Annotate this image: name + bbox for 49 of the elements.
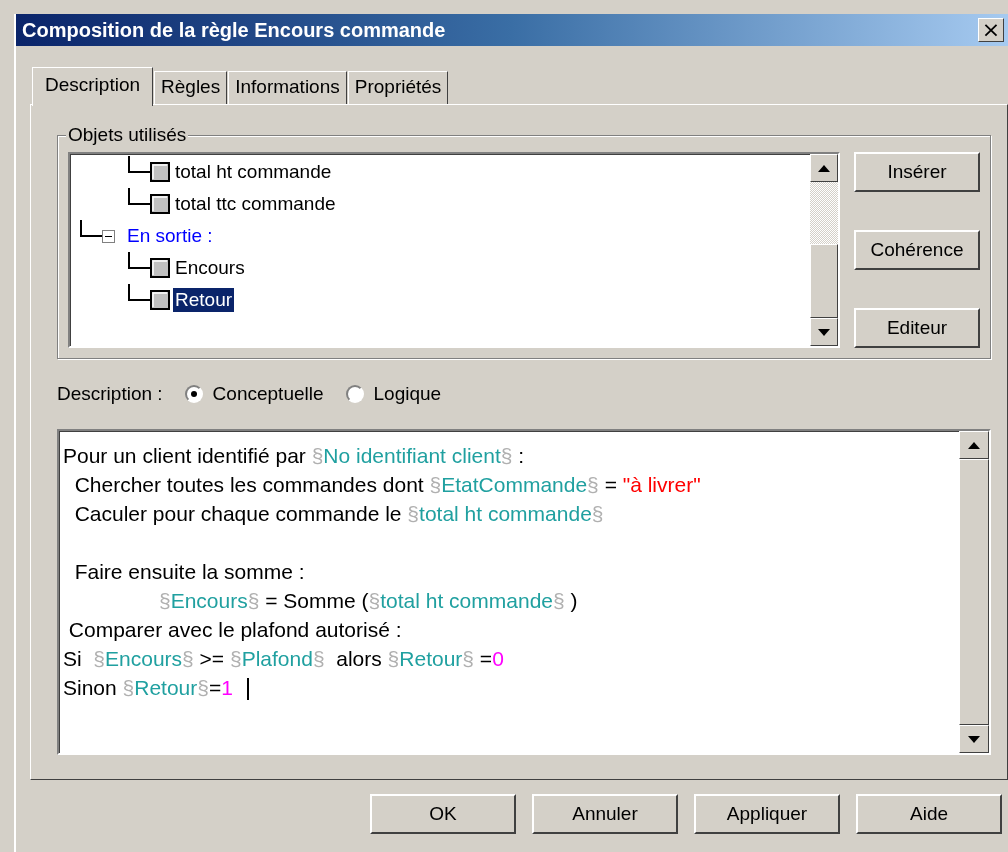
text-editor[interactable]: [57, 429, 991, 755]
close-button[interactable]: ×: [978, 18, 1004, 42]
code-line: Sinon §Retour§=1: [63, 673, 249, 702]
down-arrow-icon: [818, 328, 830, 336]
scroll-down-button[interactable]: [959, 725, 989, 753]
collapse-icon[interactable]: [102, 229, 115, 243]
radio-label[interactable]: Logique: [373, 383, 442, 405]
scrollbar[interactable]: [810, 154, 838, 346]
window-title: Composition de la règle Encours commande: [22, 18, 446, 42]
down-arrow-icon: [968, 735, 980, 743]
object-icon: [150, 162, 170, 182]
field-label: Description :: [57, 383, 163, 405]
tree-item[interactable]: En sortie :: [125, 224, 215, 248]
dialog-button[interactable]: OK: [370, 794, 516, 834]
scroll-up-button[interactable]: [959, 431, 989, 459]
tree-item[interactable]: Encours: [173, 256, 247, 280]
code-line: Si §Encours§ >= §Plafond§ alors §Retour§ =0: [63, 646, 504, 672]
object-icon: [150, 194, 170, 214]
tree-item[interactable]: total ttc commande: [173, 192, 338, 216]
scroll-thumb[interactable]: [959, 459, 989, 725]
radio-button[interactable]: [345, 385, 364, 403]
code-line: Comparer avec le plafond autorisé :: [67, 617, 402, 643]
scroll-down-button[interactable]: [810, 318, 838, 346]
code-line: Chercher toutes les commandes dont §EtatCommande§ = "à livrer": [73, 472, 701, 498]
code-line: Caculer pour chaque commande le §total ht commande§: [73, 501, 604, 527]
side-button[interactable]: Insérer: [854, 152, 980, 192]
object-icon: [150, 290, 170, 310]
scrollbar[interactable]: [959, 431, 989, 753]
tab[interactable]: Description: [32, 67, 154, 106]
code-line: §Encours§ = Somme (§total ht commande§ ): [158, 588, 578, 614]
tree-item[interactable]: total ht commande: [173, 160, 334, 184]
tab[interactable]: Règles: [154, 71, 228, 104]
radio-button[interactable]: [184, 385, 203, 403]
scroll-thumb[interactable]: [810, 244, 838, 318]
up-arrow-icon: [968, 441, 980, 449]
up-arrow-icon: [818, 164, 830, 172]
tab[interactable]: Informations: [228, 71, 347, 104]
dialog-button[interactable]: Appliquer: [694, 794, 840, 834]
radio-label[interactable]: Conceptuelle: [212, 383, 324, 405]
tab[interactable]: Propriétés: [347, 71, 449, 104]
object-icon: [150, 258, 170, 278]
code-line: Pour un client identifié par §No identifiant client§ :: [63, 443, 525, 469]
tree-item[interactable]: Retour: [173, 288, 235, 312]
code-line: Faire ensuite la somme :: [73, 559, 305, 585]
scroll-up-button[interactable]: [810, 154, 838, 182]
dialog-button[interactable]: Aide: [856, 794, 1002, 834]
side-button[interactable]: Cohérence: [854, 230, 980, 270]
side-button[interactable]: Editeur: [854, 308, 980, 348]
dialog-button[interactable]: Annuler: [532, 794, 678, 834]
